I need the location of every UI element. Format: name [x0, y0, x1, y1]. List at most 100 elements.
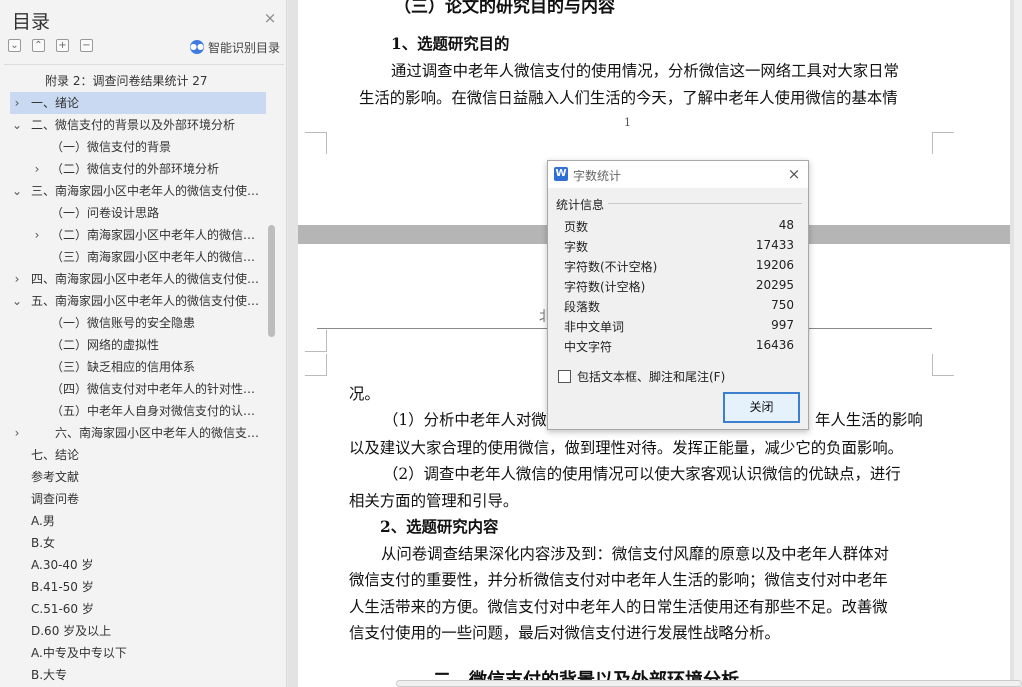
stat-label: 非中文单词 [564, 320, 625, 334]
toc-item-label: 一、绪论 [31, 96, 80, 110]
chevron-right-icon[interactable]: › [10, 92, 24, 114]
toc-sidebar: 目录 × ⌄ ⌃ + − ●● 智能识别目录 附录 2：调查问卷结果统计 27 ›… [0, 0, 287, 687]
page-number: 1 [624, 116, 631, 129]
toc-item[interactable]: 附录 2：调查问卷结果统计 27 [10, 70, 266, 92]
subheading-purpose: 1、选题研究目的 [391, 35, 510, 53]
toc-item[interactable]: （一）微信账号的安全隐患 [10, 312, 266, 334]
paragraph-line: 从问卷调查结果深化内容涉及到：微信支付风靡的原意以及中老年人群体对 [381, 545, 889, 563]
margin-corner-mark [305, 354, 327, 376]
toc-item[interactable]: D.60 岁及以上 [10, 620, 266, 642]
stat-row: 非中文单词 997 [564, 316, 794, 336]
toc-item-label: A.男 [31, 514, 55, 528]
toc-item-label: 三、南海家园小区中老年人的微信支付使用情况 [31, 184, 264, 198]
toc-item[interactable]: C.51-60 岁 [10, 598, 266, 620]
chevron-right-icon[interactable]: › [30, 224, 44, 246]
toc-item-label: （三）缺乏相应的信用体系 [51, 360, 196, 374]
stat-value: 750 [771, 298, 794, 312]
toc-item[interactable]: ⌄ 二、微信支付的背景以及外部环境分析 [10, 114, 266, 136]
stat-value: 17433 [755, 238, 794, 252]
paragraph-line: 以及建议大家合理的使用微信，做到理性对待。发挥正能量，减少它的负面影响。 [349, 439, 904, 457]
dialog-titlebar[interactable]: W 字数统计 × [548, 161, 808, 188]
toc-item[interactable]: › 六、南海家园小区中老年人的微信支付对策 [10, 422, 266, 444]
toc-item-label: B.41-50 岁 [31, 580, 94, 594]
chevron-down-icon[interactable]: ⌄ [10, 290, 24, 312]
margin-corner-mark [932, 354, 954, 376]
sidebar-close-icon[interactable]: × [262, 10, 278, 26]
chevron-down-icon[interactable]: ⌄ [10, 180, 24, 202]
toc-item[interactable]: A.中专及中专以下 [10, 642, 266, 664]
toc-item[interactable]: B.大专 [10, 664, 266, 686]
sidebar-title: 目录 [12, 11, 51, 33]
stat-label: 页数 [564, 220, 589, 234]
toc-item[interactable]: （三）缺乏相应的信用体系 [10, 356, 266, 378]
sidebar-scrollbar-track[interactable] [267, 70, 275, 687]
paragraph-line: 况。 [349, 385, 380, 403]
toc-item[interactable]: › （二）微信支付的外部环境分析 [10, 158, 266, 180]
toc-item-label: （二）南海家园小区中老年人的微信支付使用 [51, 228, 264, 242]
chevron-right-icon[interactable]: › [10, 268, 24, 290]
toc-item-label: 参考文献 [31, 470, 80, 484]
group-label: 统计信息 [556, 196, 608, 213]
document-vertical-scrollbar[interactable] [1014, 0, 1022, 687]
paragraph-line: 相关方面的管理和引导。 [349, 492, 519, 510]
document-horizontal-scrollbar[interactable] [396, 680, 1022, 687]
paragraph-line: 生活的影响。在微信日益融入人们生活的今天，了解中老年人使用微信的基本情 [359, 89, 898, 107]
toc-item[interactable]: （四）微信支付对中老年人的针对性不强 [10, 378, 266, 400]
stat-row: 中文字符 16436 [564, 336, 794, 356]
margin-corner-mark [305, 330, 327, 352]
toc-item[interactable]: B.41-50 岁 [10, 576, 266, 598]
toc-item[interactable]: B.女 [10, 532, 266, 554]
word-count-dialog: W 字数统计 × 统计信息 包括文本框、脚注和尾注(F) 关闭 页数 48 字数 17… [547, 160, 809, 430]
stat-value: 20295 [755, 278, 794, 292]
stat-row: 页数 48 [564, 216, 794, 236]
toc-item[interactable]: （一）微信支付的背景 [10, 136, 266, 158]
group-divider [608, 203, 802, 204]
remove-heading-icon[interactable]: − [80, 39, 93, 52]
subheading-content: 2、选题研究内容 [380, 518, 499, 536]
stat-row: 字符数(不计空格) 19206 [564, 256, 794, 276]
toc-item[interactable]: ⌄ 三、南海家园小区中老年人的微信支付使用情况 [10, 180, 266, 202]
checkbox-box[interactable] [558, 369, 571, 383]
toc-item[interactable]: 调查问卷 [10, 488, 266, 510]
toc-item[interactable]: ⌄ 五、南海家园小区中老年人的微信支付使用原因 [10, 290, 266, 312]
paragraph-line: 人生活带来的方便。微信支付对中老年人的日常生活使用还有那些不足。改善微 [349, 598, 888, 616]
toc-item[interactable]: › 一、绪论 [10, 92, 266, 114]
toc-item-label: B.女 [31, 536, 56, 550]
toc-item[interactable]: （五）中老年人自身对微信支付的认识不足 [10, 400, 266, 422]
toc-item[interactable]: A.男 [10, 510, 266, 532]
stat-label: 字符数(计空格) [564, 280, 646, 294]
toc-item[interactable]: （三）南海家园小区中老年人的微信支付使用 [10, 246, 266, 268]
wps-writer-icon: W [554, 167, 568, 181]
include-notes-checkbox[interactable]: 包括文本框、脚注和尾注(F) [558, 368, 725, 384]
collapse-all-icon[interactable]: ⌄ [8, 39, 21, 52]
toc-item[interactable]: 参考文献 [10, 466, 266, 488]
toc-item[interactable]: 七、结论 [10, 444, 266, 466]
toc-item-label: 七、结论 [31, 448, 80, 462]
toc-item[interactable]: › （二）南海家园小区中老年人的微信支付使用 [10, 224, 266, 246]
stat-label: 字符数(不计空格) [564, 260, 658, 274]
dialog-close-icon[interactable]: × [786, 166, 802, 182]
chevron-down-icon[interactable]: ⌄ [10, 114, 24, 136]
smart-recognize-label: 智能识别目录 [208, 40, 281, 55]
toc-item[interactable]: A.30-40 岁 [10, 554, 266, 576]
paragraph-line: 通过调查中老年人微信支付的使用情况，分析微信这一网络工具对大家日常 [391, 62, 899, 80]
toc-item[interactable]: （二）网络的虚拟性 [10, 334, 266, 356]
smart-recognize-toc-button[interactable]: ●● 智能识别目录 [190, 38, 280, 56]
sidebar-divider [4, 64, 284, 65]
margin-corner-mark [932, 132, 954, 154]
toc-item-label: （二）网络的虚拟性 [51, 338, 160, 352]
toc-item-label: 四、南海家园小区中老年人的微信支付使用问题 [31, 272, 264, 286]
chevron-right-icon[interactable]: › [30, 158, 44, 180]
toc-item-label: 五、南海家园小区中老年人的微信支付使用原因 [31, 294, 264, 308]
paragraph-line: 微信支付的重要性，并分析微信支付对中老年人生活的影响；微信支付对中老年 [349, 571, 888, 589]
toc-item[interactable]: › 四、南海家园小区中老年人的微信支付使用问题 [10, 268, 266, 290]
sidebar-scrollbar-thumb[interactable] [268, 225, 275, 337]
close-button[interactable]: 关闭 [723, 392, 800, 423]
chevron-right-icon[interactable]: › [10, 422, 24, 444]
toc-item[interactable]: （一）问卷设计思路 [10, 202, 266, 224]
stat-value: 48 [778, 218, 794, 232]
margin-corner-mark [305, 132, 327, 154]
toc-item-label: B.大专 [31, 668, 68, 682]
expand-all-icon[interactable]: ⌃ [32, 39, 45, 52]
add-heading-icon[interactable]: + [56, 39, 69, 52]
